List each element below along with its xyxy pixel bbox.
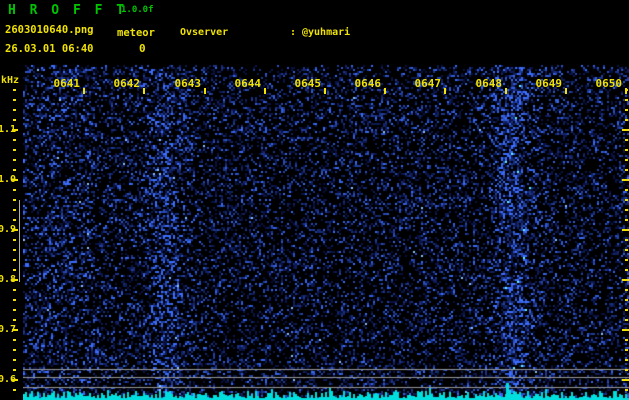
freq-minor-tick-left (13, 89, 16, 91)
freq-minor-tick-left (13, 309, 16, 311)
frequency-axis-unit-label: kHz (1, 75, 20, 86)
freq-minor-tick-left (13, 389, 16, 391)
time-axis-tick (505, 88, 507, 94)
freq-minor-tick-right (625, 259, 628, 261)
timestamp: 26.03.01 06:40 (5, 43, 94, 55)
info-row-observer: Ovserver: @yuhmari (180, 27, 549, 39)
freq-major-tick-right (622, 279, 629, 281)
freq-minor-tick-right (625, 219, 628, 221)
time-axis-tick (324, 88, 326, 94)
freq-minor-tick-right (625, 199, 628, 201)
freq-minor-tick-right (625, 309, 628, 311)
freq-minor-tick-right (625, 89, 628, 91)
time-axis-label: 0646 (354, 77, 382, 90)
info-label: Ovserver (180, 27, 229, 38)
freq-minor-tick-right (625, 139, 628, 141)
app-version: 1.0.0f (121, 5, 154, 15)
frequency-axis-label: 1.1 (0, 124, 17, 135)
info-value: @yuhmari (302, 27, 351, 38)
freq-minor-tick-left (13, 289, 16, 291)
meteor-count-label: meteor (117, 27, 155, 39)
frequency-axis-label: 0.6 (0, 374, 17, 385)
time-axis-label: 0649 (535, 77, 563, 90)
time-axis-tick (264, 88, 266, 94)
time-axis-tick (204, 88, 206, 94)
freq-major-tick-right (622, 329, 629, 331)
freq-minor-tick-right (625, 359, 628, 361)
time-axis-label: 0645 (294, 77, 322, 90)
time-axis-tick (565, 88, 567, 94)
hrofft-window: H R O F F T 1.0.0f 2603010640.png meteor… (0, 0, 629, 400)
freq-minor-tick-right (625, 209, 628, 211)
time-axis-tick (384, 88, 386, 94)
freq-minor-tick-right (625, 269, 628, 271)
time-axis-label: 0642 (113, 77, 141, 90)
time-axis-label: 0650 (595, 77, 623, 90)
freq-minor-tick-left (13, 189, 16, 191)
freq-minor-tick-right (625, 289, 628, 291)
freq-minor-tick-left (13, 349, 16, 351)
freq-minor-tick-left (13, 199, 16, 201)
time-axis-tick (83, 88, 85, 94)
time-axis-label: 0644 (234, 77, 262, 90)
freq-minor-tick-right (625, 369, 628, 371)
time-axis-tick (143, 88, 145, 94)
freq-minor-tick-right (625, 319, 628, 321)
freq-minor-tick-right (625, 389, 628, 391)
meteor-count-value: 0 (139, 42, 146, 55)
freq-major-tick-right (622, 229, 629, 231)
freq-minor-tick-right (625, 349, 628, 351)
freq-minor-tick-left (13, 319, 16, 321)
freq-minor-tick-right (625, 159, 628, 161)
time-axis-label: 0643 (174, 77, 202, 90)
app-title: H R O F F T (8, 3, 128, 18)
freq-minor-tick-right (625, 299, 628, 301)
freq-minor-tick-left (13, 169, 16, 171)
time-axis-label: 0647 (414, 77, 442, 90)
freq-minor-tick-left (13, 99, 16, 101)
freq-minor-tick-left (13, 269, 16, 271)
freq-minor-tick-left (13, 139, 16, 141)
freq-minor-tick-left (13, 239, 16, 241)
count-band-marker-line (19, 200, 20, 282)
freq-minor-tick-right (625, 239, 628, 241)
freq-minor-tick-right (625, 109, 628, 111)
freq-minor-tick-left (13, 369, 16, 371)
freq-minor-tick-left (13, 149, 16, 151)
freq-minor-tick-right (625, 119, 628, 121)
freq-minor-tick-right (625, 149, 628, 151)
freq-minor-tick-left (13, 159, 16, 161)
freq-major-tick-right (622, 379, 629, 381)
freq-minor-tick-left (13, 119, 16, 121)
time-axis-label: 0648 (475, 77, 503, 90)
freq-minor-tick-left (13, 299, 16, 301)
frequency-axis-label: 1.0 (0, 174, 17, 185)
freq-minor-tick-left (13, 359, 16, 361)
freq-minor-tick-left (13, 339, 16, 341)
freq-major-tick-right (622, 179, 629, 181)
freq-minor-tick-right (625, 249, 628, 251)
freq-minor-tick-left (13, 109, 16, 111)
freq-minor-tick-right (625, 169, 628, 171)
time-axis-label: 0641 (53, 77, 81, 90)
info-separator: : (290, 27, 297, 38)
spectrogram-canvas (23, 63, 629, 400)
time-axis-tick (444, 88, 446, 94)
freq-minor-tick-right (625, 99, 628, 101)
freq-minor-tick-left (13, 259, 16, 261)
output-filename: 2603010640.png (5, 24, 94, 36)
freq-minor-tick-right (625, 339, 628, 341)
freq-minor-tick-left (13, 219, 16, 221)
frequency-axis-label: 0.9 (0, 224, 17, 235)
frequency-axis-label: 0.7 (0, 324, 17, 335)
freq-major-tick-right (622, 129, 629, 131)
freq-minor-tick-right (625, 189, 628, 191)
freq-minor-tick-left (13, 249, 16, 251)
freq-minor-tick-left (13, 209, 16, 211)
frequency-axis-label: 0.8 (0, 274, 17, 285)
